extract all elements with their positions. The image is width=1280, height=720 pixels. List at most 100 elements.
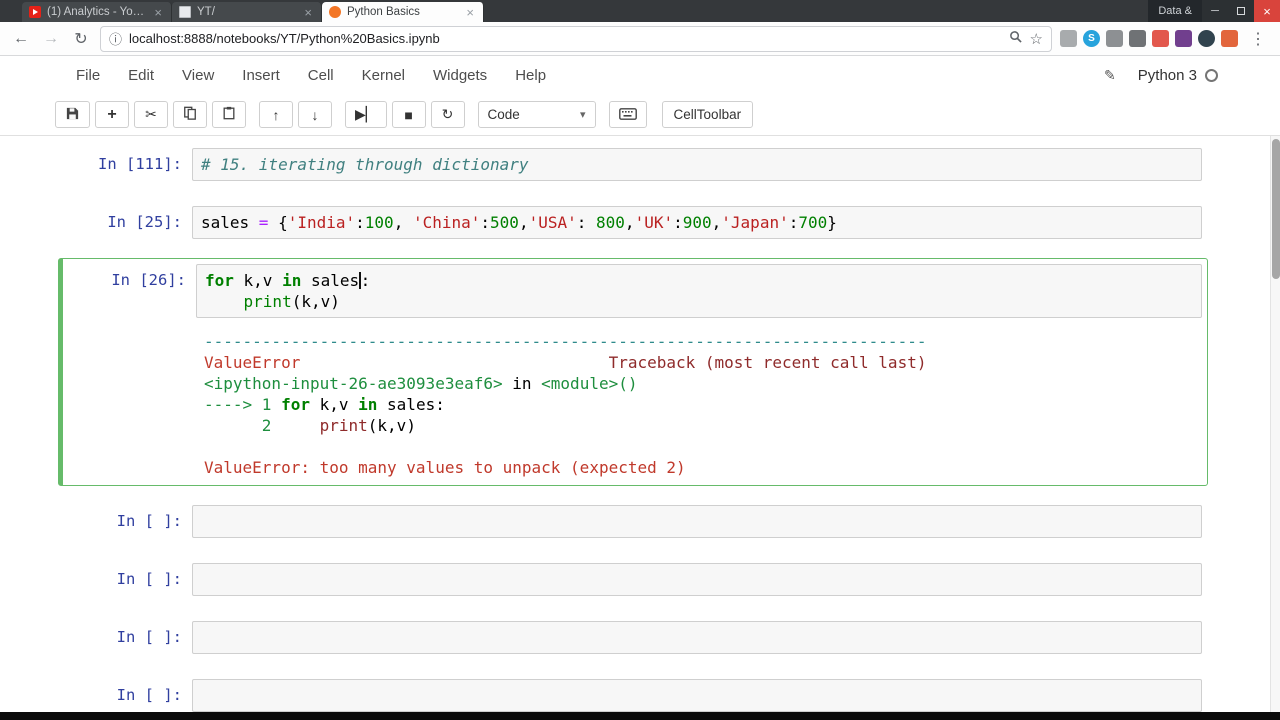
cell-type-dropdown[interactable]: Code ▾ — [477, 101, 596, 128]
menu-edit[interactable]: Edit — [114, 67, 168, 84]
code-line: for k,v in sales: — [205, 271, 371, 290]
code-line: print(k,v) — [243, 292, 340, 311]
kernel-idle-icon — [1205, 68, 1218, 82]
jupyter-tree-favicon — [179, 6, 191, 18]
cell-type-value: Code — [487, 107, 520, 122]
menu-cell[interactable]: Cell — [294, 67, 348, 84]
menu-insert[interactable]: Insert — [228, 67, 294, 84]
extension-icon-5[interactable] — [1152, 30, 1169, 47]
code-input[interactable]: # 15. iterating through dictionary — [192, 148, 1202, 181]
tab-title: Python Basics — [347, 6, 420, 18]
scissors-icon: ✂ — [145, 106, 157, 122]
arrow-up-icon: ↑ — [272, 106, 280, 123]
zoom-icon[interactable] — [1009, 30, 1022, 48]
output-prompt — [68, 329, 196, 480]
keyboard-icon — [618, 107, 637, 123]
restore-icon[interactable] — [1228, 0, 1254, 22]
empty-code-cell[interactable]: In [ ]: — [58, 557, 1208, 602]
notebook-area[interactable]: In [111]: # 15. iterating through dictio… — [0, 136, 1270, 712]
code-cell-25[interactable]: In [25]: sales = {'India':100, 'China':5… — [58, 200, 1208, 245]
code-input[interactable]: sales = {'India':100, 'China':500,'USA':… — [192, 206, 1202, 239]
menu-view[interactable]: View — [168, 67, 228, 84]
paste-cell-button[interactable] — [212, 101, 246, 128]
add-cell-button[interactable]: + — [95, 101, 129, 128]
page-scrollbar[interactable] — [1270, 136, 1280, 712]
address-bar[interactable]: ⓘ localhost:8888/notebooks/YT/Python%20B… — [100, 25, 1052, 52]
code-cell-26-selected[interactable]: In [26]: for k,v in sales: print(k,v) --… — [58, 258, 1208, 486]
close-icon[interactable]: × — [1254, 0, 1280, 22]
output-line: ----------------------------------------… — [204, 332, 927, 351]
output-line: ----> 1 for k,v in sales: — [204, 395, 445, 414]
screen: (1) Analytics - YouTube × YT/ × Python B… — [0, 0, 1280, 720]
restart-kernel-button[interactable]: ↻ — [430, 101, 465, 128]
save-button[interactable] — [55, 101, 90, 128]
bottom-black-bar — [0, 712, 1280, 720]
menu-kernel[interactable]: Kernel — [348, 67, 419, 84]
empty-code-cell[interactable]: In [ ]: — [58, 673, 1208, 712]
jupyter-menubar: File Edit View Insert Cell Kernel Widget… — [0, 56, 1280, 94]
restart-icon: ↻ — [441, 106, 454, 122]
move-down-button[interactable]: ↓ — [298, 101, 332, 128]
browser-tab-yt-tree[interactable]: YT/ × — [172, 2, 322, 22]
input-prompt: In [ ]: — [116, 628, 182, 646]
minimize-icon[interactable]: ─ — [1202, 0, 1228, 22]
tab-close-icon[interactable]: × — [302, 5, 314, 20]
tab-strip: (1) Analytics - YouTube × YT/ × Python B… — [22, 0, 484, 22]
code-input[interactable] — [192, 621, 1202, 654]
browser-navbar: ← → ↻ ⓘ localhost:8888/notebooks/YT/Pyth… — [0, 22, 1280, 56]
cut-cell-button[interactable]: ✂ — [134, 101, 168, 128]
paste-icon — [222, 106, 236, 123]
scrollbar-thumb[interactable] — [1272, 139, 1280, 279]
browser-tab-analytics[interactable]: (1) Analytics - YouTube × — [22, 2, 172, 22]
browser-tab-python-basics[interactable]: Python Basics × — [322, 2, 484, 22]
url-text[interactable]: localhost:8888/notebooks/YT/Python%20Bas… — [129, 31, 1002, 46]
extension-icon-2[interactable]: S — [1083, 30, 1100, 47]
input-prompt: In [ ]: — [116, 570, 182, 588]
extension-icon-4[interactable] — [1129, 30, 1146, 47]
empty-code-cell[interactable]: In [ ]: — [58, 615, 1208, 660]
input-prompt: In [26]: — [111, 271, 186, 289]
output-line: ValueError: too many values to unpack (e… — [204, 458, 686, 477]
page-info-icon[interactable]: ⓘ — [109, 29, 122, 48]
window-controls: Data & ─ × — [1148, 0, 1280, 22]
extension-icon-7[interactable] — [1221, 30, 1238, 47]
tab-close-icon[interactable]: × — [464, 5, 476, 20]
code-input[interactable] — [192, 563, 1202, 596]
code-input[interactable]: for k,v in sales: print(k,v) — [196, 264, 1202, 318]
menu-help[interactable]: Help — [501, 67, 560, 84]
code-input[interactable] — [192, 505, 1202, 538]
youtube-favicon — [29, 6, 41, 18]
forward-icon[interactable]: → — [40, 30, 62, 48]
copy-cell-button[interactable] — [173, 101, 207, 128]
interrupt-kernel-button[interactable]: ■ — [391, 101, 426, 128]
empty-code-cell[interactable]: In [ ]: — [58, 499, 1208, 544]
background-window-title: Data & — [1148, 0, 1202, 22]
code-line: sales = {'India':100, 'China':500,'USA':… — [201, 213, 837, 232]
bookmark-star-icon[interactable]: ☆ — [1030, 30, 1043, 48]
profile-avatar[interactable] — [1198, 30, 1215, 47]
browser-menu-icon[interactable]: ⋮ — [1246, 29, 1270, 49]
extension-icon-6[interactable] — [1175, 30, 1192, 47]
input-prompt: In [111]: — [98, 155, 182, 173]
extension-icon-1[interactable] — [1060, 30, 1077, 47]
plus-icon: + — [107, 105, 117, 123]
arrow-down-icon: ↓ — [311, 106, 319, 123]
extension-icon-3[interactable] — [1106, 30, 1123, 47]
code-line: # 15. iterating through dictionary — [201, 155, 529, 174]
run-cell-button[interactable]: ▶▏ — [345, 101, 387, 128]
kernel-name: Python 3 — [1137, 66, 1197, 84]
jupyter-favicon — [329, 6, 341, 18]
stop-icon: ■ — [404, 106, 413, 123]
move-up-button[interactable]: ↑ — [259, 101, 293, 128]
menu-file[interactable]: File — [62, 67, 114, 84]
reload-icon[interactable]: ↻ — [70, 29, 92, 49]
menu-widgets[interactable]: Widgets — [419, 67, 501, 84]
code-cell-111[interactable]: In [111]: # 15. iterating through dictio… — [58, 142, 1208, 187]
run-icon: ▶▏ — [355, 106, 377, 122]
celltoolbar-button[interactable]: CellToolbar — [661, 101, 754, 128]
tab-close-icon[interactable]: × — [152, 5, 164, 20]
code-input[interactable] — [192, 679, 1202, 712]
back-icon[interactable]: ← — [10, 30, 32, 48]
command-palette-button[interactable] — [608, 101, 647, 128]
